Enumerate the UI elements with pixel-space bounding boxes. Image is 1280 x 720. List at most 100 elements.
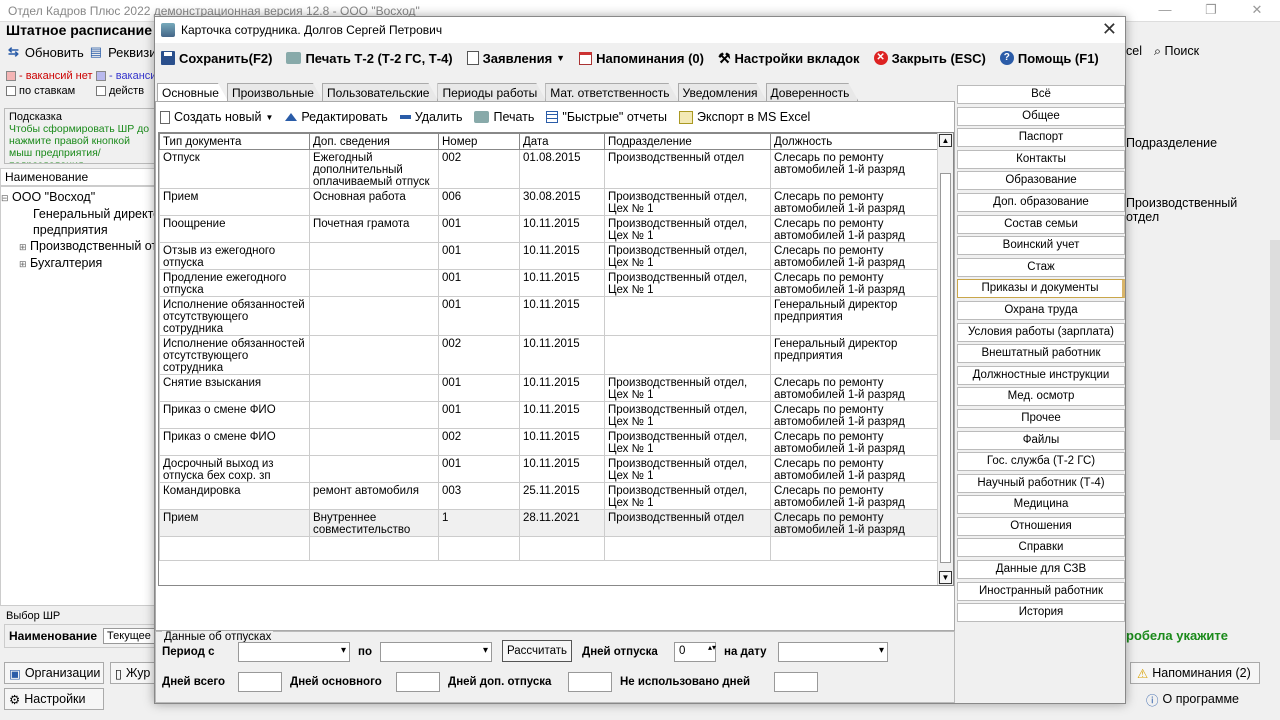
tree-column-header[interactable]: Наименование [0,168,156,186]
vacation-days-spinner[interactable]: 0 [674,642,716,662]
section-button[interactable]: Гос. служба (Т-2 ГС) [957,452,1125,472]
column-header[interactable]: Должность [770,133,940,150]
print-t2-button[interactable]: Печать Т-2 (Т-2 ГС, Т-4) [286,51,453,66]
reminders-button[interactable]: Напоминания (0) [579,51,704,66]
period-to-select[interactable] [380,642,492,662]
table-row[interactable]: Досрочный выход из отпуска бех сохр. зп 0… [159,455,940,483]
scroll-down-icon[interactable]: ▼ [939,571,952,584]
column-header[interactable]: Доп. сведения [309,133,439,150]
save-button[interactable]: Сохранить(F2) [161,51,272,66]
calculate-button[interactable]: Рассчитать [502,640,572,662]
section-button[interactable]: Научный работник (Т-4) [957,473,1125,493]
period-from-select[interactable] [238,642,350,662]
checkbox-box[interactable] [96,86,106,96]
section-button[interactable]: Стаж [957,257,1125,277]
scroll-thumb[interactable] [940,173,951,563]
tab-power-of-attorney[interactable]: Доверенность [766,83,859,101]
column-header[interactable]: Подразделение [604,133,771,150]
table-row[interactable]: Отпуск Ежегодный дополнительный оплачивае… [159,149,940,189]
checkbox-box[interactable] [6,86,16,96]
minimize-icon[interactable]: — [1142,0,1188,22]
section-button[interactable]: Доп. образование [957,192,1125,212]
table-row[interactable]: Приказ о смене ФИО 002 10.11.2015 Производс… [159,428,940,456]
tree-item-director[interactable]: Генеральный директо [1,206,155,222]
table-row[interactable]: Снятие взыскания 001 10.11.2015 Производств… [159,374,940,402]
table-row[interactable]: Исполнение обязанностей отсутствующего с… [159,296,940,336]
tab-work-periods[interactable]: Периоды работы [437,83,546,101]
organizations-button[interactable]: ▣ Организации [4,662,104,684]
search-button[interactable]: ⌕ Поиск [1154,44,1199,59]
section-button[interactable]: Охрана труда [957,300,1125,320]
journal-button[interactable]: ▯ Жур [110,662,156,684]
table-row[interactable]: Прием Внутреннее совместительство 1 28.11.2… [159,509,940,537]
expand-icon[interactable]: ⊞ [19,242,27,252]
statements-dropdown[interactable]: Заявления ▼ [466,51,565,66]
total-days-field[interactable] [238,672,282,692]
table-row[interactable]: Командировка ремонт автомобиля 003 25.11.20… [159,482,940,510]
close-icon[interactable]: ✕ [1234,0,1280,22]
main-days-field[interactable] [396,672,440,692]
main-scrollbar[interactable] [1270,240,1280,440]
column-header[interactable]: Дата [519,133,605,150]
about-button[interactable]: ⓘ О программе [1140,688,1260,710]
tree-item-director-cont[interactable]: предприятия [1,222,155,238]
tab-main[interactable]: Основные [157,83,228,101]
close-icon[interactable]: ✕ [1102,19,1117,40]
maximize-icon[interactable]: ❐ [1188,0,1234,22]
section-button[interactable]: Данные для СЗВ [957,560,1125,580]
department-column-header[interactable]: Подразделение [1126,136,1272,150]
table-row[interactable]: Продление ежегодного отпуска 001 10.11.201… [159,269,940,297]
export-excel-button[interactable]: Экспорт в MS Excel [678,110,810,124]
schedule-select[interactable]: Текущее [103,628,155,644]
on-date-select[interactable] [778,642,888,662]
section-button[interactable]: Должностные инструкции [957,365,1125,385]
column-header[interactable]: Номер [438,133,520,150]
refresh-button[interactable]: Обновить [25,45,84,60]
by-rates-checkbox[interactable]: по ставкам [6,85,75,97]
section-button[interactable]: Медицина [957,495,1125,515]
delete-button[interactable]: Удалить [399,110,462,124]
close-button[interactable]: ✕ Закрыть (ESC) [873,51,986,66]
scroll-up-icon[interactable]: ▲ [939,134,952,147]
reminders-button[interactable]: ⚠ Напоминания (2) [1130,662,1260,684]
extra-days-field[interactable] [568,672,612,692]
print-button[interactable]: Печать [474,110,534,124]
unused-days-field[interactable] [774,672,818,692]
tree-item-production[interactable]: ⊞ Производственный от [1,238,155,255]
tab-custom[interactable]: Пользовательские [322,83,439,101]
excel-button[interactable]: cel [1126,44,1142,59]
section-button[interactable]: Справки [957,538,1125,558]
section-button[interactable]: Контакты [957,149,1125,169]
quick-reports-button[interactable]: "Быстрые" отчеты [546,110,667,124]
section-button[interactable]: Мед. осмотр [957,387,1125,407]
tab-settings-button[interactable]: ⚒ Настройки вкладок [718,50,860,67]
section-button[interactable]: Приказы и документы [957,279,1125,299]
section-button[interactable]: История [957,603,1125,623]
table-row[interactable]: Исполнение обязанностей отсутствующего с… [159,335,940,375]
requisites-button[interactable]: Реквизи [108,45,156,60]
section-button[interactable]: Общее [957,106,1125,126]
expand-icon[interactable]: ⊞ [19,259,27,269]
section-button[interactable]: Состав семьи [957,214,1125,234]
column-header[interactable]: Тип документа [159,133,310,150]
section-button[interactable]: Воинский учет [957,236,1125,256]
table-row[interactable]: Отзыв из ежегодного отпуска 001 10.11.2015… [159,242,940,270]
section-button[interactable]: Прочее [957,408,1125,428]
active-checkbox[interactable]: действ [96,85,144,97]
section-button[interactable]: Образование [957,171,1125,191]
section-button[interactable]: Условия работы (зарплата) [957,322,1125,342]
section-button[interactable]: Внештатный работник [957,344,1125,364]
table-row[interactable]: Приказ о смене ФИО 001 10.11.2015 Производс… [159,401,940,429]
grid-scrollbar[interactable]: ▲ ▼ [937,133,953,585]
section-button[interactable]: Отношения [957,516,1125,536]
create-new-dropdown[interactable]: Создать новый ▼ [160,110,273,124]
table-row[interactable]: Поощрение Почетная грамота 001 10.11.2015 Пр… [159,215,940,243]
table-row[interactable]: Прием Основная работа 006 30.08.2015 Произво… [159,188,940,216]
tab-liability[interactable]: Мат. ответственность [545,83,678,101]
tree-item-org[interactable]: ⊟ ООО "Восход" [1,189,155,206]
section-button[interactable]: Иностранный работник [957,581,1125,601]
settings-button[interactable]: ⚙ Настройки [4,688,104,710]
tab-notifications[interactable]: Уведомления [678,83,767,101]
collapse-icon[interactable]: ⊟ [1,193,9,203]
edit-button[interactable]: Редактировать [285,110,388,124]
